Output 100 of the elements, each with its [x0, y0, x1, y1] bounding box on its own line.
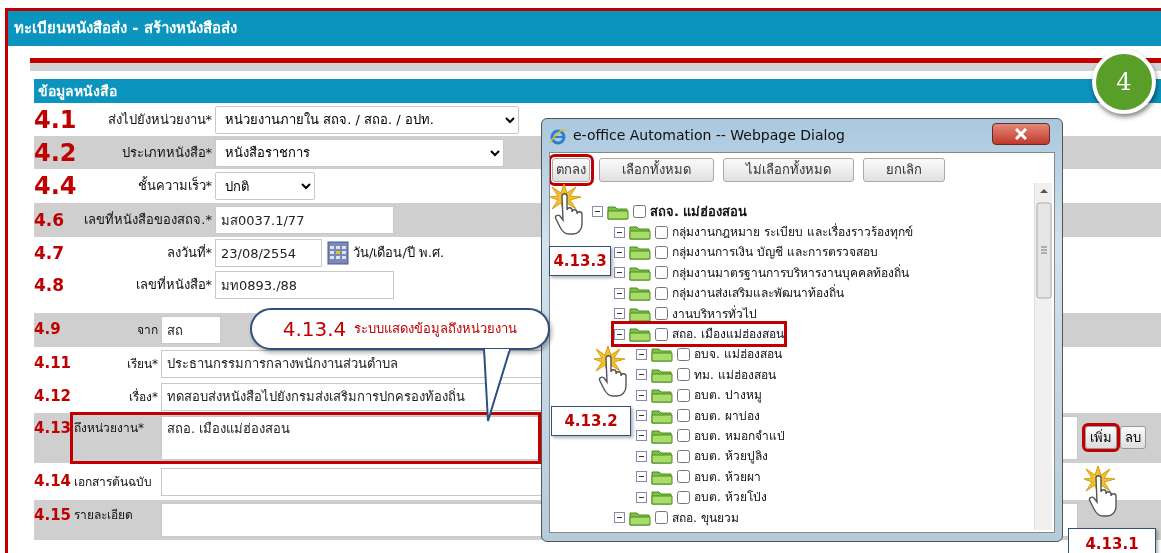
collapse-icon[interactable]: [636, 471, 647, 483]
tree-checkbox[interactable]: [633, 205, 646, 219]
step-number: 4.6: [34, 211, 66, 229]
add-button[interactable]: เพิ่ม: [1084, 425, 1117, 450]
input-field[interactable]: สถ: [161, 316, 221, 344]
dialog-button[interactable]: ยกเลิก: [863, 158, 945, 182]
date-field[interactable]: 23/08/2554: [215, 239, 322, 267]
tree-checkbox[interactable]: [677, 388, 690, 402]
collapse-icon[interactable]: [636, 348, 647, 360]
collapse-icon[interactable]: [592, 206, 603, 218]
tree-item[interactable]: กลุ่มงานกฎหมาย ระเบียบ และเรื่องราวร้องทุกข์: [672, 223, 913, 242]
tree-item[interactable]: สถอ. ขุนยวม: [672, 508, 739, 527]
remove-button[interactable]: ลบ: [1119, 425, 1146, 450]
tree-checkbox[interactable]: [677, 347, 690, 361]
tree-item[interactable]: อบต. ห้วยผา: [694, 467, 761, 486]
field-label: รายละเอียด: [73, 507, 134, 524]
collapse-icon[interactable]: [614, 512, 625, 524]
field-label: ถึงหน่วยงาน*: [73, 420, 145, 437]
input-field[interactable]: [161, 467, 543, 496]
step-number: 4.7: [34, 244, 66, 262]
select-field[interactable]: ปกติ: [215, 172, 315, 200]
collapse-icon[interactable]: [636, 491, 647, 503]
collapse-icon[interactable]: [614, 267, 625, 279]
step-number: 4.15: [34, 506, 70, 526]
field-label: เรียน*: [126, 355, 159, 373]
field-label: ลงวันที่*: [165, 243, 213, 263]
scrollbar[interactable]: [1034, 183, 1052, 530]
collapse-icon[interactable]: [614, 226, 625, 238]
tree-checkbox[interactable]: [655, 225, 668, 239]
folder-icon: [629, 509, 651, 526]
folder-icon: [651, 468, 673, 485]
folder-icon: [629, 264, 651, 281]
tree-item[interactable]: อบต. หมอกจำแป่: [694, 427, 785, 445]
field-label: จาก: [136, 322, 159, 339]
folder-icon: [651, 366, 673, 383]
step-number: 4.14: [34, 471, 70, 492]
step-label: 4.13.2: [551, 406, 631, 436]
collapse-icon[interactable]: [636, 430, 647, 442]
close-button[interactable]: [992, 123, 1050, 145]
tree-checkbox[interactable]: [677, 368, 690, 382]
folder-icon: [651, 407, 673, 424]
folder-icon: [651, 428, 673, 444]
tree-checkbox[interactable]: [655, 327, 668, 341]
collapse-icon[interactable]: [614, 287, 625, 299]
calendar-icon[interactable]: [327, 241, 349, 265]
tree-checkbox[interactable]: [677, 470, 690, 484]
dialog-button[interactable]: เลือกทั้งหมด: [599, 158, 714, 182]
collapse-icon[interactable]: [614, 308, 625, 320]
tree-checkbox[interactable]: [677, 449, 690, 463]
tree-checkbox[interactable]: [655, 511, 668, 525]
step-label: 4.13.3: [549, 246, 611, 276]
tree-checkbox[interactable]: [677, 409, 690, 423]
collapse-icon[interactable]: [636, 410, 647, 422]
tree-item[interactable]: สถจ. แม่ฮ่องสอน: [650, 201, 748, 222]
select-field[interactable]: หนังสือราชการ: [215, 138, 504, 167]
input-field[interactable]: มท0893./88: [215, 271, 394, 299]
step-number: 4.11: [34, 353, 72, 374]
tree-checkbox[interactable]: [655, 245, 668, 259]
folder-icon: [629, 285, 651, 302]
tree-item[interactable]: อบต. ห้วยปูลิง: [694, 447, 768, 466]
tree-item[interactable]: กลุ่มงานการเงิน บัญชี และการตรวจสอบ: [672, 243, 878, 262]
tree-checkbox[interactable]: [655, 307, 668, 321]
dialog-button[interactable]: ไม่เลือกทั้งหมด: [723, 158, 854, 182]
step-number: 4.2: [34, 140, 76, 165]
tree-item[interactable]: ทม. แม่ฮ่องสอน: [694, 365, 776, 384]
tree-item[interactable]: อบต. ปางหมู: [694, 386, 762, 405]
folder-icon: [651, 387, 673, 404]
tree-checkbox[interactable]: [655, 286, 668, 300]
tree-item[interactable]: สถอ. เมืองแม่ฮ่องสอน: [672, 325, 784, 344]
collapse-icon[interactable]: [614, 328, 625, 340]
select-field[interactable]: หน่วยงานภายใน สถจ. / สถอ. / อปท.: [215, 105, 519, 134]
tree-item[interactable]: อบจ. แม่ฮ่องสอน: [694, 345, 782, 364]
field-label: เลขที่หนังสือของสถจ.*: [83, 210, 213, 230]
step-label: 4.13.1: [1068, 528, 1156, 553]
browser-icon: [549, 126, 567, 145]
tree-checkbox[interactable]: [655, 266, 668, 280]
step-number: 4.12: [34, 386, 72, 407]
field-label: เรื่อง*: [128, 387, 159, 406]
step-number: 4.4: [34, 174, 76, 198]
field-label: เอกสารต้นฉบับ: [73, 473, 153, 491]
collapse-icon[interactable]: [636, 389, 647, 401]
collapse-icon[interactable]: [636, 369, 647, 381]
folder-icon: [607, 203, 629, 220]
folder-icon: [629, 305, 651, 322]
tree-checkbox[interactable]: [677, 429, 690, 443]
input-field[interactable]: มส0037.1/77: [215, 206, 394, 234]
tree-item[interactable]: กลุ่มงานส่งเสริมและพัฒนาท้องถิ่น: [672, 284, 844, 303]
collapse-icon[interactable]: [636, 450, 647, 462]
tree-item[interactable]: อบต. ห้วยโป่ง: [694, 488, 767, 507]
collapse-icon[interactable]: [614, 246, 625, 258]
step-number: 4.8: [34, 276, 66, 294]
step-number: 4.13.4: [282, 316, 347, 343]
tree-checkbox[interactable]: [677, 490, 690, 504]
step-number: 4.1: [34, 107, 76, 132]
tree-item[interactable]: อบต. ผาบ่อง: [694, 406, 760, 425]
tree-item[interactable]: งานบริหารทั่วไป: [672, 304, 757, 323]
field-label: ชั้นความเร็ว*: [136, 176, 213, 196]
page-title: ทะเบียนหนังสือส่ง - สร้างหนังสือส่ง: [8, 11, 1161, 46]
step-number: 4.9: [34, 320, 62, 340]
tree-item[interactable]: กลุ่มงานมาตรฐานการบริหารงานบุคคลท้องถิ่น: [672, 263, 909, 282]
